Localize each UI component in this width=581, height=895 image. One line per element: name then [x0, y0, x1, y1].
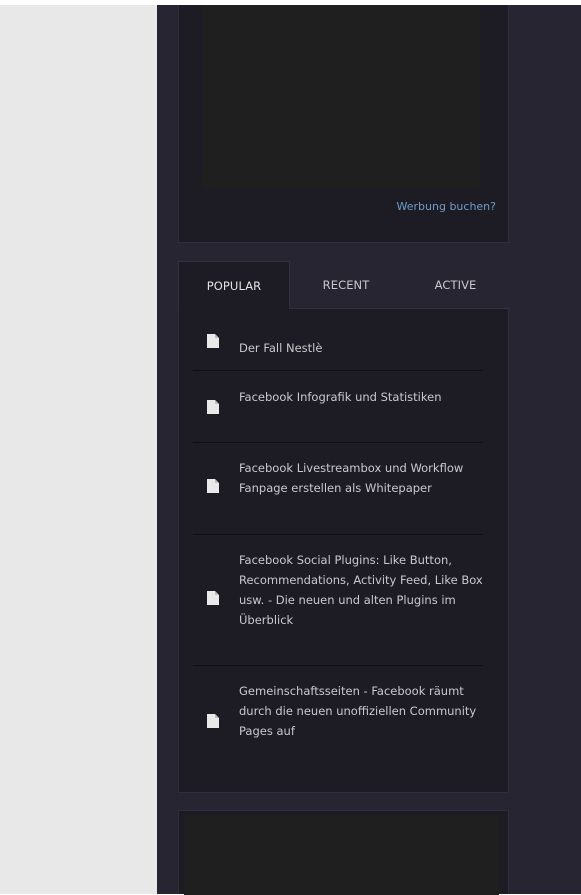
document-icon: [207, 714, 219, 728]
document-icon: [207, 334, 219, 348]
page: Werbung buchen? POPULAR RECENT ACTIVE De…: [0, 0, 581, 895]
post-title[interactable]: Facebook Social Plugins: Like Button, Re…: [239, 550, 485, 630]
ad-placeholder: [202, 5, 480, 188]
posts-tabs-widget: POPULAR RECENT ACTIVE Der Fall Nestlè Fa…: [178, 261, 509, 793]
post-title[interactable]: Facebook Infografik und Statistiken: [239, 387, 485, 407]
post-title[interactable]: Facebook Livestreambox und Workflow Fanp…: [239, 458, 485, 498]
list-item[interactable]: Facebook Social Plugins: Like Button, Re…: [193, 535, 483, 666]
tab-popular[interactable]: POPULAR: [178, 261, 290, 309]
post-title[interactable]: Der Fall Nestlè: [239, 338, 485, 358]
list-item[interactable]: Gemeinschaftsseiten - Facebook räumt dur…: [193, 666, 483, 778]
sidebar: Werbung buchen? POPULAR RECENT ACTIVE De…: [157, 5, 581, 895]
content-area-blank: [0, 5, 157, 894]
document-icon: [207, 591, 219, 605]
tabs-bar: POPULAR RECENT ACTIVE: [178, 261, 509, 309]
list-item[interactable]: Facebook Livestreambox und Workflow Fanp…: [193, 443, 483, 535]
list-item[interactable]: Facebook Infografik und Statistiken: [193, 371, 483, 443]
bottom-widget: [178, 810, 509, 895]
document-icon: [207, 400, 219, 414]
ad-widget: Werbung buchen?: [178, 5, 509, 243]
active-tab-joiner: [179, 308, 289, 310]
tab-active[interactable]: ACTIVE: [402, 261, 509, 309]
list-item[interactable]: Der Fall Nestlè: [193, 309, 483, 371]
popular-posts-panel: Der Fall Nestlè Facebook Infografik und …: [178, 308, 509, 793]
widget-placeholder: [184, 815, 499, 895]
tab-recent[interactable]: RECENT: [290, 261, 402, 309]
post-title[interactable]: Gemeinschaftsseiten - Facebook räumt dur…: [239, 681, 485, 741]
book-ad-link[interactable]: Werbung buchen?: [397, 200, 496, 213]
document-icon: [207, 479, 219, 493]
